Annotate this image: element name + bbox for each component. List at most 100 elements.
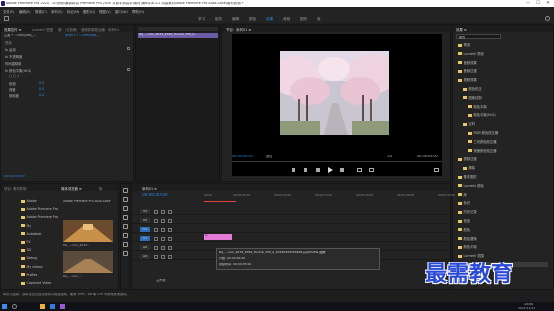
search-icon[interactable]	[545, 16, 550, 21]
menu-file[interactable]: 文件(F)	[3, 9, 14, 14]
effects-tree-item[interactable]: 过时	[463, 121, 475, 126]
time-ruler[interactable]: 00:00 00:00:05:00 00:00:10:00 00:00:15:00 00…	[204, 194, 455, 200]
effects-tree-item[interactable]: 基本图形	[458, 174, 477, 179]
fit-dropdown[interactable]: 适合	[266, 155, 272, 159]
close-button[interactable]: ✕	[543, 0, 553, 7]
eye-icon[interactable]	[161, 209, 165, 214]
timeline-track[interactable]: V1	[132, 226, 452, 233]
track-target-button[interactable]: A3	[140, 254, 150, 259]
menu-clip[interactable]: 剪辑(C)	[35, 9, 47, 14]
sequence-clip-label[interactable]: 序列01 * ...com/i/ttq_...	[65, 34, 131, 38]
reset-icon[interactable]	[127, 68, 130, 71]
track-target-button[interactable]: A1	[140, 236, 150, 241]
mute-icon[interactable]	[168, 254, 172, 259]
effects-tree-item[interactable]: 历史记录	[458, 209, 477, 214]
mark-out-icon[interactable]	[304, 168, 307, 172]
menu-sequence[interactable]: 序列(S)	[51, 9, 63, 14]
media-folder-item[interactable]: Adobe	[21, 199, 59, 203]
media-folder-item[interactable]: My	[21, 224, 59, 228]
media-thumbnail-2[interactable]	[63, 251, 113, 273]
track-target-button[interactable]: V2	[140, 218, 150, 223]
step-back-icon[interactable]	[316, 168, 320, 172]
effects-tree-item[interactable]: 颜色替换	[458, 236, 477, 241]
workspace-editing[interactable]: 编辑	[232, 17, 239, 22]
workspace-libraries[interactable]: 库	[317, 17, 321, 22]
step-forward-icon[interactable]	[340, 168, 344, 172]
effects-tree-item[interactable]: 标记	[458, 200, 470, 205]
file-explorer-icon[interactable]	[40, 304, 45, 309]
menu-window[interactable]: 窗口(W)	[115, 9, 128, 14]
mute-icon[interactable]	[168, 218, 172, 223]
fx-value-saturation[interactable]: 0.0	[39, 93, 44, 97]
effects-tree-item[interactable]: 预设	[458, 42, 470, 47]
pen-tool-icon[interactable]	[123, 233, 128, 238]
timeline-clip[interactable]: fx	[204, 234, 232, 240]
fx-row-opacity[interactable]: fx 不透明度	[5, 54, 22, 59]
maximize-button[interactable]: ☐	[533, 0, 543, 7]
mute-icon[interactable]	[168, 245, 172, 250]
track-target-button[interactable]: V1	[140, 227, 150, 232]
resolution-dropdown[interactable]: 1/4	[387, 155, 392, 159]
tab-effect-controls[interactable]: 效果控件 ≡	[4, 27, 21, 32]
fx-row-time-remap[interactable]: 时间重映射	[5, 61, 21, 66]
tab-libraries[interactable]: 库	[99, 186, 102, 191]
windows-start-icon[interactable]	[2, 304, 7, 309]
media-folder-item[interactable]: Adobe Premiere Pro	[21, 207, 59, 211]
master-clip-label[interactable]: 主要 * ...com/i/ttq_...	[4, 34, 64, 38]
media-folder-item[interactable]: Captured Video	[21, 281, 59, 285]
media-folder-item[interactable]: My videos	[21, 265, 59, 269]
track-target-button[interactable]: A2	[140, 245, 150, 250]
lock-icon[interactable]	[154, 218, 158, 223]
eye-icon[interactable]	[161, 254, 165, 259]
eye-icon[interactable]	[161, 227, 165, 232]
lock-icon[interactable]	[154, 236, 158, 241]
workspace-effects[interactable]: 效果	[266, 17, 273, 22]
export-frame-icon[interactable]	[369, 168, 374, 172]
selection-tool-icon[interactable]	[123, 188, 128, 193]
effects-tree-item[interactable]: 视频效果	[458, 77, 477, 82]
effects-tree-item[interactable]: Lumetri 颜色	[458, 183, 484, 188]
razor-tool-icon[interactable]	[123, 215, 128, 220]
effects-tree-item[interactable]: 颜色校正	[463, 86, 482, 91]
timeline-timecode[interactable]: 00:00:00:00	[142, 193, 168, 198]
tab-lumetri-scopes[interactable]: Lumetri 范围	[32, 27, 53, 32]
fx-row-motion[interactable]: fx 运动	[5, 47, 16, 52]
effects-tree-item[interactable]: 三向颜色校正器	[468, 139, 497, 144]
fx-value-lightness[interactable]: 0.0	[39, 87, 44, 91]
effects-tree-item[interactable]: 图像控制	[463, 95, 482, 100]
effects-tree-item[interactable]: 库	[458, 192, 467, 197]
premiere-taskbar-icon[interactable]	[60, 304, 65, 309]
media-folder-item[interactable]: Adobe Premiere Pro Auto-Save	[21, 215, 59, 219]
effects-tree-item[interactable]: 音频过渡	[458, 68, 477, 73]
tab-project[interactable]: 项目: 素材剪辑	[4, 186, 27, 191]
workspace-graphics[interactable]: 图形	[300, 17, 307, 22]
media-folder-item[interactable]: Debug	[21, 256, 59, 260]
media-folder-item[interactable]: ProRes	[21, 273, 59, 277]
effects-tree-item[interactable]: RGB 颜色校正器	[468, 130, 498, 135]
eye-icon[interactable]	[161, 218, 165, 223]
program-scrubber[interactable]	[232, 161, 442, 162]
workspace-learn[interactable]: 学习	[198, 17, 205, 22]
menu-graphics[interactable]: 图形(G)	[83, 9, 95, 14]
mute-icon[interactable]	[168, 209, 172, 214]
lock-icon[interactable]	[154, 254, 158, 259]
effects-tree-item[interactable]: Lumetri 范围	[458, 253, 484, 258]
effects-search-field[interactable]: 颜色	[456, 34, 501, 39]
workspace-assembly[interactable]: 组件	[215, 17, 222, 22]
workspace-audio[interactable]: 音频	[283, 17, 290, 22]
mark-in-icon[interactable]	[292, 168, 295, 172]
settings-icon[interactable]	[434, 168, 439, 172]
timeline-track[interactable]: V3	[132, 208, 452, 215]
clip-bar[interactable]: ttq_...com_2015_2016_thumb_700_0...	[138, 33, 218, 38]
eye-icon[interactable]	[161, 236, 165, 241]
minimize-button[interactable]: —	[523, 0, 533, 7]
tab-audio-clip-mixer[interactable]: 音频剪辑混合器：序列01	[81, 27, 133, 32]
program-timecode[interactable]: 00:00:00:00	[232, 155, 253, 159]
fx-row-color-balance-hls[interactable]: fx 颜色平衡(HLS)	[5, 68, 31, 73]
effects-tree-item[interactable]: 颜色平衡	[468, 104, 487, 109]
effects-tree-item[interactable]: 音频效果	[458, 60, 477, 65]
insert-icon[interactable]	[357, 168, 362, 172]
effects-tree-item[interactable]: 视频过渡	[458, 156, 477, 161]
mute-icon[interactable]	[168, 227, 172, 232]
effect-controls-timecode[interactable]: 00:00:00:00	[4, 175, 25, 179]
